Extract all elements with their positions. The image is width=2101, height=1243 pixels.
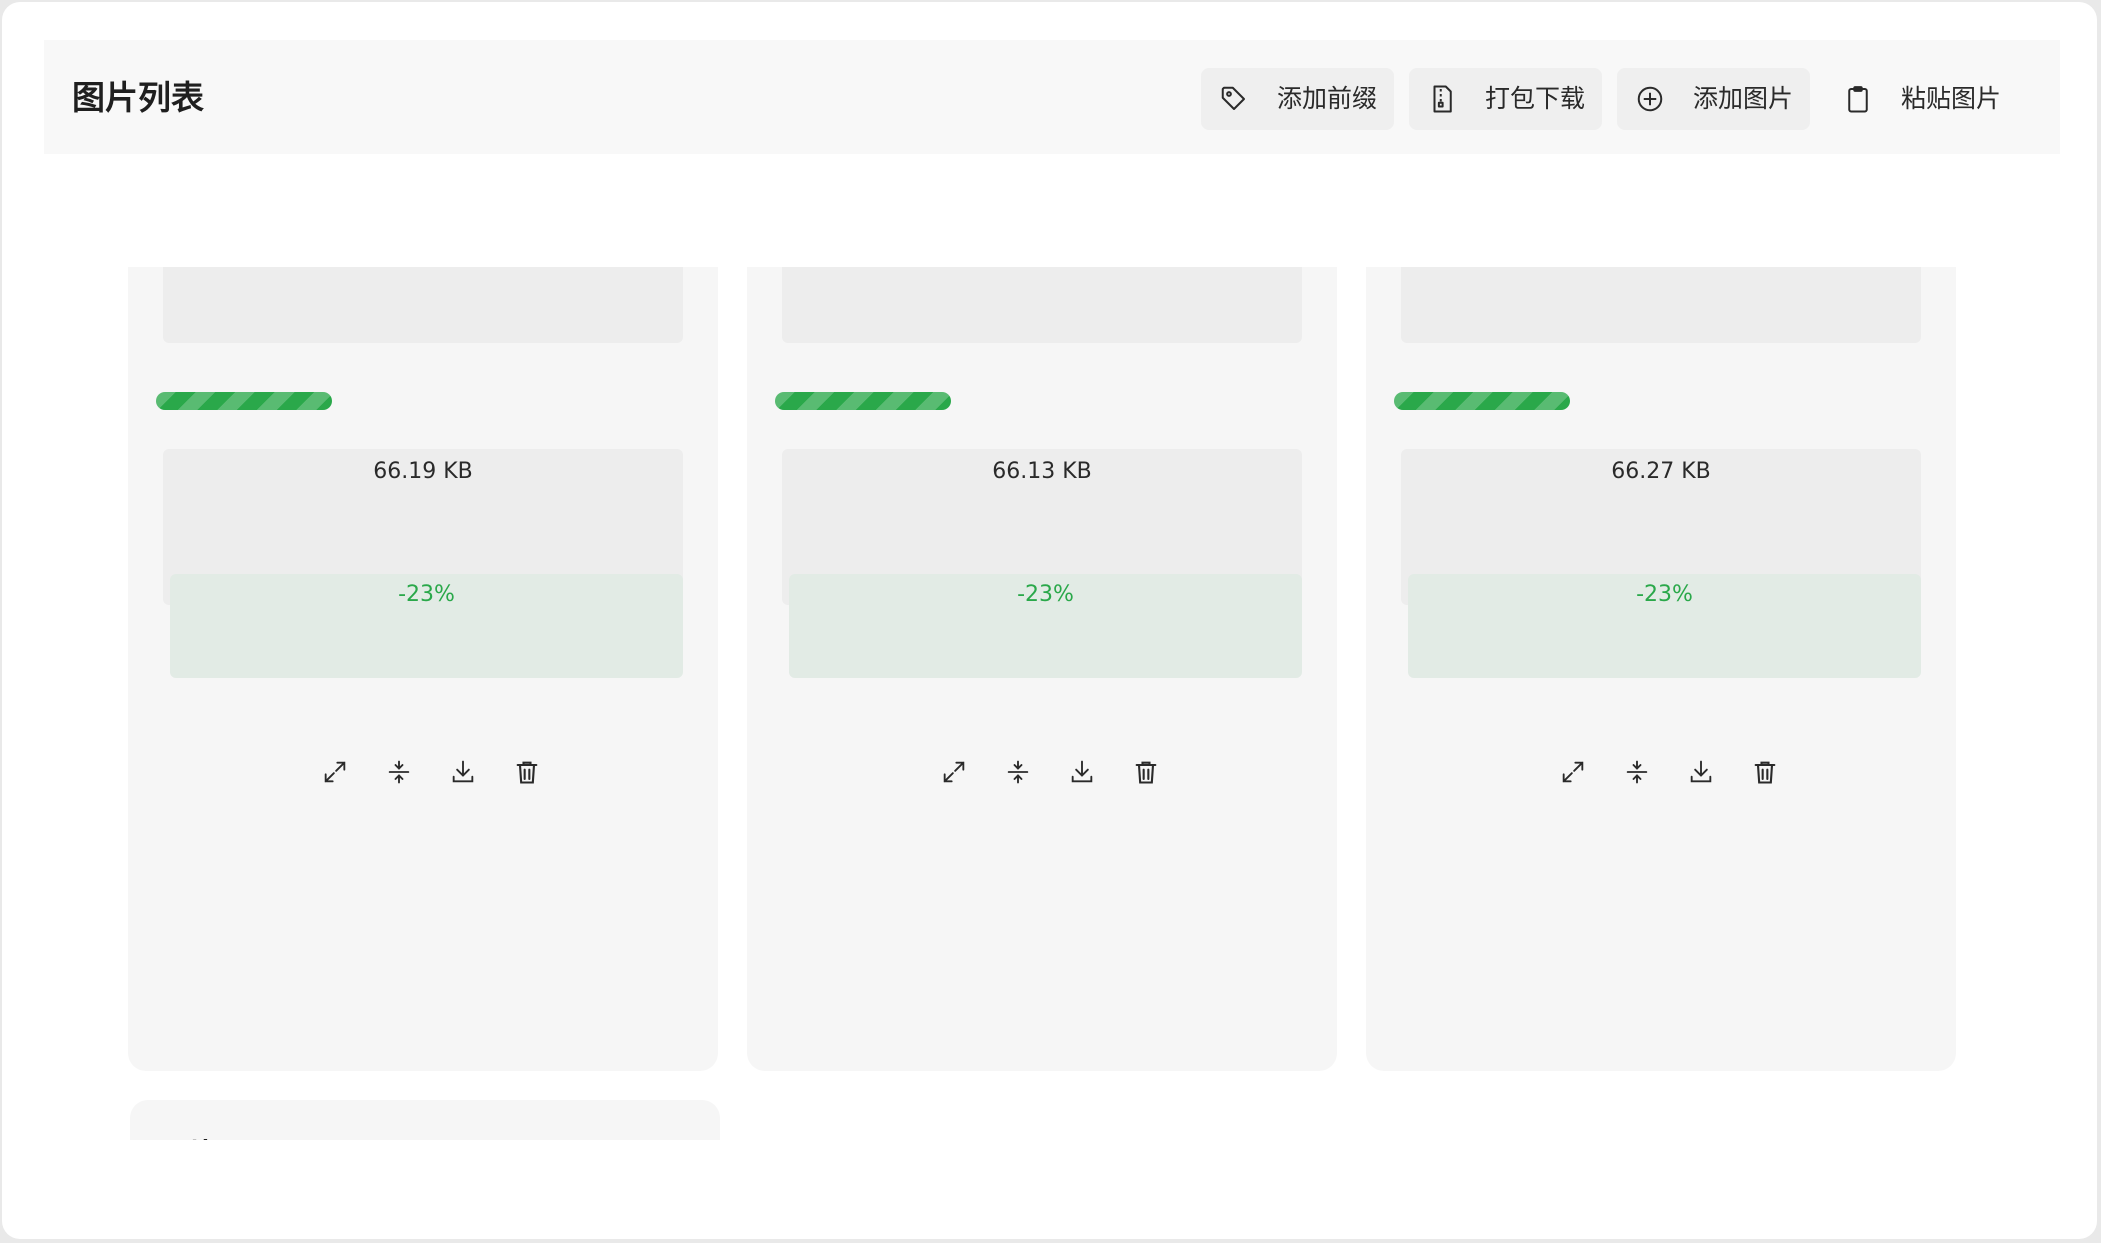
compress-progress-bar <box>775 392 951 410</box>
expand-icon <box>1562 761 1584 783</box>
compression-ratio: -23% <box>398 582 455 607</box>
expand-button[interactable] <box>318 755 352 789</box>
trash-icon <box>1754 761 1776 784</box>
download-icon <box>452 760 474 783</box>
card-actions <box>318 755 538 791</box>
paste-image-button[interactable]: 粘贴图片 <box>1825 68 2018 130</box>
image-card: 66.27 KB -23% <box>1366 267 1956 1071</box>
trash-icon <box>516 761 538 784</box>
add-image-label: 添加图片 <box>1693 84 1794 113</box>
add-image-button[interactable]: 添加图片 <box>1617 68 1810 130</box>
page-title: 图片列表 <box>72 78 204 117</box>
compress-progress-bar <box>1394 392 1570 410</box>
image-card-next: 图片 20250503_1445 <box>130 1100 720 1140</box>
zip-file-icon <box>1427 84 1457 114</box>
file-size: 66.19 KB <box>373 459 473 484</box>
card-actions <box>937 755 1157 791</box>
clipboard-icon <box>1843 84 1873 114</box>
compress-progress-bar <box>156 392 332 410</box>
pack-download-label: 打包下载 <box>1485 84 1586 113</box>
compress-button[interactable] <box>1620 755 1654 789</box>
file-size: 66.13 KB <box>992 459 1092 484</box>
image-preview[interactable] <box>1401 267 1921 343</box>
trash-icon <box>1135 761 1157 784</box>
download-icon <box>1690 760 1712 783</box>
compress-icon <box>1626 760 1648 784</box>
card-actions <box>1556 755 1776 791</box>
delete-button[interactable] <box>510 755 544 789</box>
image-card: 66.19 KB -23% <box>128 267 718 1071</box>
compression-ratio: -23% <box>1636 582 1693 607</box>
expand-icon <box>943 761 965 783</box>
download-button[interactable] <box>1065 755 1099 789</box>
pack-download-button[interactable]: 打包下载 <box>1409 68 1602 130</box>
compression-ratio: -23% <box>1017 582 1074 607</box>
compress-button[interactable] <box>382 755 416 789</box>
ratio-panel: -23% <box>789 574 1302 678</box>
ratio-panel: -23% <box>1408 574 1921 678</box>
delete-button[interactable] <box>1748 755 1782 789</box>
ratio-panel: -23% <box>170 574 683 678</box>
expand-button[interactable] <box>937 755 971 789</box>
tag-icon <box>1219 84 1249 114</box>
download-button[interactable] <box>446 755 480 789</box>
expand-button[interactable] <box>1556 755 1590 789</box>
card-title-partial: 图片 20250503_1445 <box>158 1130 494 1140</box>
compress-icon <box>1007 760 1029 784</box>
file-size: 66.27 KB <box>1611 459 1711 484</box>
add-prefix-button[interactable]: 添加前缀 <box>1201 68 1394 130</box>
compress-icon <box>388 760 410 784</box>
expand-icon <box>324 761 346 783</box>
download-button[interactable] <box>1684 755 1718 789</box>
paste-image-label: 粘贴图片 <box>1901 84 2002 113</box>
image-card: 66.13 KB -23% <box>747 267 1337 1071</box>
delete-button[interactable] <box>1129 755 1163 789</box>
app-window: 图片列表 添加前缀 打包下载 添加图片 粘贴图片 66.19 KB -23% 6… <box>2 2 2097 1239</box>
header-bar: 图片列表 添加前缀 打包下载 添加图片 粘贴图片 <box>44 40 2060 154</box>
image-preview[interactable] <box>163 267 683 343</box>
compress-button[interactable] <box>1001 755 1035 789</box>
download-icon <box>1071 760 1093 783</box>
image-preview[interactable] <box>782 267 1302 343</box>
add-prefix-label: 添加前缀 <box>1277 84 1378 113</box>
image-list: 66.19 KB -23% 66.13 KB -23% 66.27 KB -23… <box>2 267 2097 1140</box>
plus-circle-icon <box>1635 84 1665 114</box>
